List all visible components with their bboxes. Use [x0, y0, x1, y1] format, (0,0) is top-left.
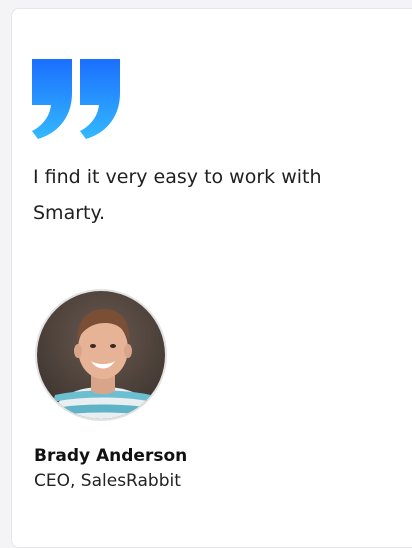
author-title: CEO, SalesRabbit — [34, 471, 181, 491]
testimonial-quote: I find it very easy to work with Smarty. — [33, 166, 322, 224]
author-name: Brady Anderson — [34, 446, 188, 466]
avatar — [35, 289, 167, 421]
testimonial-card: I find it very easy to work with Smarty. — [11, 8, 412, 548]
quote-mark-icon — [32, 59, 120, 139]
